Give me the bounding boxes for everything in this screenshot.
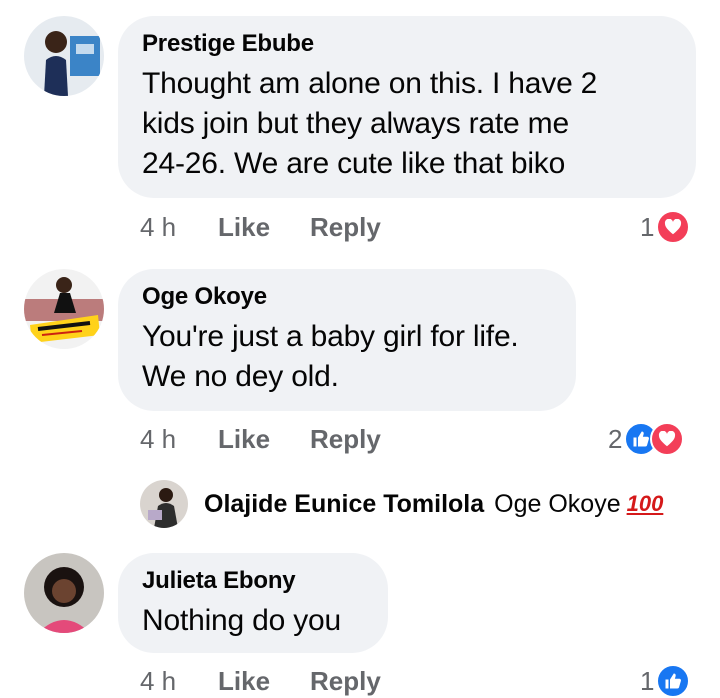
like-button[interactable]: Like <box>218 666 310 697</box>
comment-timestamp[interactable]: 4 h <box>140 212 218 243</box>
comment-text-line: 24-26. We are cute like that biko <box>142 147 566 180</box>
comment-author[interactable]: Prestige Ebube <box>142 30 672 58</box>
heart-reaction-icon <box>656 210 691 244</box>
like-button[interactable]: Like <box>218 212 310 243</box>
comment-text-line: You're just a baby girl for life. <box>142 320 519 353</box>
reactions-summary[interactable]: 1 <box>640 664 691 698</box>
comment-author[interactable]: Julieta Ebony <box>142 567 364 595</box>
reply-text: Oge Okoye <box>494 489 621 518</box>
comment-timestamp[interactable]: 4 h <box>140 424 218 455</box>
reactions-summary[interactable]: 2 <box>608 422 685 456</box>
reaction-count: 1 <box>640 211 655 242</box>
comment-actions: 4 h Like Reply <box>140 212 381 243</box>
comment-bubble: Oge Okoye You're just a baby girl for li… <box>118 269 576 411</box>
avatar-prestige-ebube[interactable] <box>24 16 104 96</box>
comment-text-line: kids join but they always rate me <box>142 107 569 140</box>
hundred-points-icon: 100 <box>626 491 664 516</box>
like-reaction-icon <box>656 664 691 698</box>
comment-actions: 4 h Like Reply <box>140 424 381 455</box>
reply-preview[interactable]: Olajide Eunice Tomilola Oge Okoye 100 <box>140 480 663 528</box>
avatar-olajide-eunice-tomilola[interactable] <box>140 480 188 528</box>
reactions-summary[interactable]: 1 <box>640 210 691 244</box>
comment-text-line: Thought am alone on this. I have 2 <box>142 67 598 100</box>
reaction-count: 1 <box>640 665 655 696</box>
reply-author[interactable]: Olajide Eunice Tomilola <box>204 490 484 519</box>
comment-text-line: We no dey old. <box>142 360 339 393</box>
comment-bubble: Julieta Ebony Nothing do you <box>118 553 388 653</box>
reply-button[interactable]: Reply <box>310 424 381 455</box>
avatar-oge-okoye[interactable] <box>24 269 104 349</box>
reply-button[interactable]: Reply <box>310 666 381 697</box>
comment-author[interactable]: Oge Okoye <box>142 283 552 311</box>
comment-text-line: Nothing do you <box>142 604 342 637</box>
comment-bubble: Prestige Ebube Thought am alone on this.… <box>118 16 696 198</box>
heart-reaction-icon <box>650 422 685 456</box>
comment-timestamp[interactable]: 4 h <box>140 666 218 697</box>
reaction-count: 2 <box>608 423 623 454</box>
avatar-julieta-ebony[interactable] <box>24 553 104 633</box>
reply-button[interactable]: Reply <box>310 212 381 243</box>
comment-actions: 4 h Like Reply <box>140 666 381 697</box>
like-button[interactable]: Like <box>218 424 310 455</box>
